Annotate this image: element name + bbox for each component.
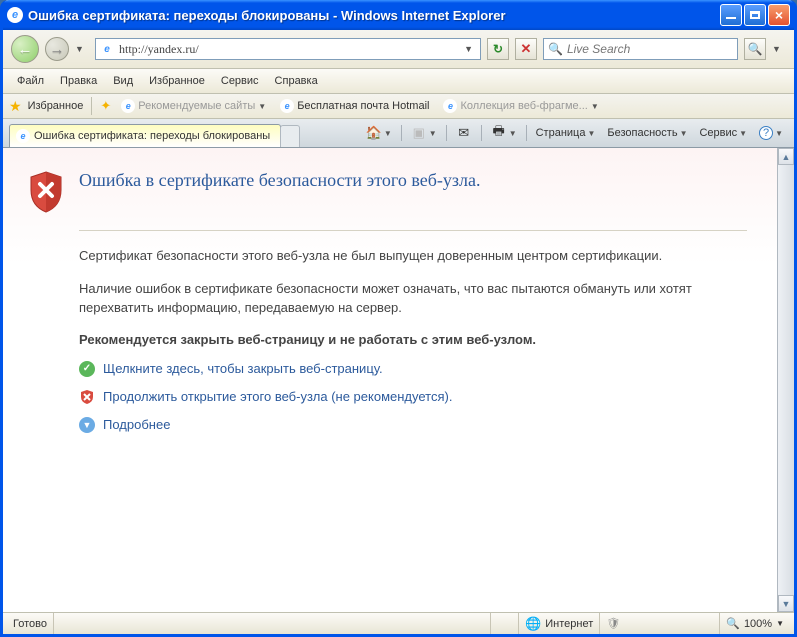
go-refresh-button[interactable]: ↻ [487,38,509,60]
chevron-down-icon: ▼ [591,102,599,111]
address-bar[interactable]: e ▼ [95,38,481,60]
close-page-link[interactable]: Щелкните здесь, чтобы закрыть веб-страни… [103,361,383,376]
minimize-button[interactable] [720,4,742,26]
status-empty-2 [491,613,519,634]
globe-icon: 🌐 [525,616,541,632]
search-input[interactable] [567,42,733,56]
error-title: Ошибка в сертификате безопасности этого … [79,170,747,191]
add-favorite-icon[interactable]: ✦ [100,98,111,114]
favorites-star-icon[interactable]: ★ [9,98,22,115]
zone-indicator[interactable]: 🌐 Интернет [519,613,600,634]
search-go-button[interactable]: 🔍 [744,38,766,60]
menu-favorites[interactable]: Избранное [143,73,211,89]
site-icon: e [99,41,115,57]
favorites-label[interactable]: Избранное [28,100,84,112]
status-empty-1 [463,613,491,634]
maximize-button[interactable] [744,4,766,26]
protected-mode[interactable]: 🛡 [600,613,720,634]
zoom-icon: 🔍 [726,617,740,630]
error-paragraph-1: Сертификат безопасности этого веб-узла н… [79,247,747,266]
new-tab-button[interactable] [280,125,300,147]
home-icon: 🏠 [366,125,382,141]
expand-icon: ▼ [79,417,95,433]
active-tab[interactable]: e Ошибка сертификата: переходы блокирова… [9,124,281,147]
tab-icon: e [16,129,30,143]
forward-button[interactable]: → [45,37,69,61]
ie-icon: e [7,7,23,23]
window-title: Ошибка сертификата: переходы блокированы… [28,8,720,23]
rss-icon: ▣ [411,125,427,141]
close-button[interactable]: × [768,4,790,26]
chevron-down-icon: ▼ [776,619,784,628]
url-input[interactable] [119,42,460,57]
browser-window: e Ошибка сертификата: переходы блокирова… [0,0,797,637]
menu-bar: Файл Правка Вид Избранное Сервис Справка [3,69,794,94]
tools-menu[interactable]: Сервис▼ [694,124,752,142]
command-bar: 🏠▼ ▣▼ ✉ 🖶▼ Страница▼ Безопасность▼ Серви… [361,122,788,147]
zoom-control[interactable]: 🔍 100% ▼ [720,613,790,634]
print-icon: 🖶 [491,125,507,141]
help-button[interactable]: ?▼ [754,123,788,143]
more-info-link[interactable]: Подробнее [103,417,170,432]
nav-toolbar: ← → ▼ e ▼ ↻ ✕ 🔍 🔍 ▼ [3,30,794,69]
menu-tools[interactable]: Сервис [215,73,265,89]
shield-warn-icon [79,389,95,405]
ie-icon: e [280,99,294,113]
status-text: Готово [7,613,54,634]
shield-error-icon [27,170,65,214]
cert-error-page: Ошибка в сертификате безопасности этого … [3,148,777,612]
help-icon: ? [759,126,773,140]
ie-icon: e [121,99,135,113]
scroll-down-button[interactable]: ▼ [778,595,794,612]
divider [79,230,747,231]
mail-button[interactable]: ✉ [451,122,477,144]
check-icon: ✓ [79,361,95,377]
separator [91,97,92,115]
back-button[interactable]: ← [11,35,39,63]
chevron-down-icon: ▼ [258,102,266,111]
ie-icon: e [443,99,457,113]
hotmail-link[interactable]: e Бесплатная почта Hotmail [276,97,433,115]
menu-file[interactable]: Файл [11,73,50,89]
mail-icon: ✉ [456,125,472,141]
scroll-up-button[interactable]: ▲ [778,148,794,165]
shield-mini-icon: 🛡 [606,617,620,630]
favorites-bar: ★ Избранное ✦ e Рекомендуемые сайты ▼ e … [3,94,794,119]
suggested-sites-link[interactable]: e Рекомендуемые сайты ▼ [117,97,270,115]
status-bar: Готово 🌐 Интернет 🛡 🔍 100% ▼ [3,612,794,634]
home-button[interactable]: 🏠▼ [361,122,397,144]
feeds-button[interactable]: ▣▼ [406,122,442,144]
print-button[interactable]: 🖶▼ [486,122,522,144]
menu-edit[interactable]: Правка [54,73,103,89]
page-menu[interactable]: Страница▼ [531,124,601,142]
menu-help[interactable]: Справка [269,73,324,89]
error-paragraph-2: Наличие ошибок в сертификате безопасност… [79,280,747,318]
nav-history-dropdown[interactable]: ▼ [75,44,89,54]
web-slices-link[interactable]: e Коллекция веб-фрагме... ▼ [439,97,602,115]
search-provider-dropdown[interactable]: ▼ [772,44,786,54]
error-recommendation: Рекомендуется закрыть веб-страницу и не … [79,332,747,347]
continue-link[interactable]: Продолжить открытие этого веб-узла (не р… [103,389,452,404]
scroll-track[interactable] [778,165,794,595]
search-icon: 🔍 [548,42,563,56]
tab-bar: e Ошибка сертификата: переходы блокирова… [3,119,794,148]
tab-title: Ошибка сертификата: переходы блокированы [34,130,270,142]
content-area: Ошибка в сертификате безопасности этого … [3,148,794,612]
address-dropdown[interactable]: ▼ [460,44,477,54]
search-box[interactable]: 🔍 [543,38,738,60]
vertical-scrollbar[interactable]: ▲ ▼ [777,148,794,612]
menu-view[interactable]: Вид [107,73,139,89]
titlebar[interactable]: e Ошибка сертификата: переходы блокирова… [3,0,794,30]
safety-menu[interactable]: Безопасность▼ [602,124,692,142]
stop-button[interactable]: ✕ [515,38,537,60]
